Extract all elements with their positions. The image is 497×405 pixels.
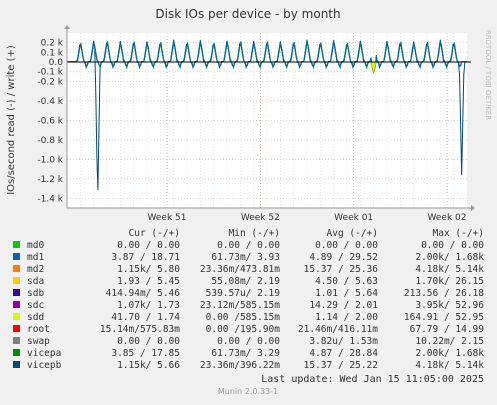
legend-min: 539.57u/ 2.19 [206,288,281,299]
legend-swatch [13,361,20,368]
legend-swatch [13,337,20,344]
y-axis-label: IOs/second read (-) / write (+) [6,45,17,195]
x-tick-label: Week 51 [148,213,187,223]
legend-max: 2.00k/ 1.68k [415,348,484,359]
legend-swatch [13,241,20,248]
legend-avg: 3.82u/ 1.53m [309,336,378,347]
chart-title: Disk IOs per device - by month [155,7,340,21]
legend-header: Min (-/+) [229,228,280,239]
legend-min: 61.73m/ 3.93 [211,252,280,263]
legend-min: 0.00 /195.90m [206,324,281,335]
legend-cur: 1.15k/ 5.66 [117,360,180,371]
legend-swatch [13,301,20,308]
legend-name: sdd [27,312,44,323]
chart-svg: Disk IOs per device - by month IOs/secon… [6,7,492,396]
legend-max: 0.00 / 0.00 [421,240,484,251]
legend-name: sda [27,276,44,287]
legend-min: 55.08m/ 2.19 [211,276,280,287]
munin-graph: Disk IOs per device - by month IOs/secon… [0,0,497,400]
legend-min: 23.12m/585.15m [200,300,280,311]
legend-min: 0.00 /585.15m [206,312,281,323]
y-tick-label: -1.2 k [37,175,63,185]
y-tick-label: -1.0 k [37,155,63,165]
legend-max: 164.91 / 52.95 [404,312,484,323]
legend-cur: 0.00 / 0.00 [117,336,180,347]
legend-name: root [27,324,50,335]
last-update: Last update: Wed Jan 15 11:05:00 2025 [261,374,484,385]
legend-min: 61.73m/ 3.29 [211,348,280,359]
rrdtool-credit: RRDTOOL / TOBI OETIKER [484,30,492,120]
legend-avg: 14.29 / 2.01 [309,300,378,311]
y-tick-label: -1.4 k [37,194,63,204]
legend-header: Avg (-/+) [327,228,378,239]
x-tick-label: Week 52 [241,213,280,223]
legend-avg: 15.37 / 25.36 [304,264,379,275]
legend-name: sdb [27,288,44,299]
legend-avg: 4.87 / 28.84 [309,348,378,359]
y-tick-label: -0.1 k [37,68,63,78]
legend-cur: 3.87 / 18.71 [111,252,180,263]
y-tick-label: 0.0 [49,58,64,68]
legend-swatch [13,325,20,332]
x-tick-label: Week 02 [428,213,467,223]
legend-name: md1 [27,252,44,263]
legend-header: Max (-/+) [433,228,484,239]
legend-cur: 1.15k/ 5.80 [117,264,180,275]
legend-max: 2.00k/ 1.68k [415,252,484,263]
legend-name: vicepb [27,360,62,371]
legend: Cur (-/+) Min (-/+) Avg (-/+) Max (-/+) md0 0… [13,228,484,371]
legend-max: 10.22m/ 2.15 [415,336,484,347]
legend-avg: 1.14 / 2.00 [315,312,378,323]
legend-swatch [13,349,20,356]
legend-cur: 1.93 / 5.45 [117,276,180,287]
munin-version: Munin 2.0.33-1 [218,387,278,396]
legend-avg: 4.89 / 29.52 [309,252,378,263]
legend-max: 3.95k/ 52.96 [415,300,484,311]
legend-swatch [13,289,20,296]
legend-avg: 4.50 / 5.63 [315,276,378,287]
legend-min: 23.36m/473.81m [200,264,280,275]
legend-min: 23.36m/396.22m [200,360,280,371]
legend-avg: 15.37 / 25.22 [304,360,378,371]
legend-name: vicepa [27,348,61,359]
y-tick-label: -0.8 k [37,136,63,146]
legend-max: 4.18k/ 5.14k [415,264,484,275]
legend-cur: 41.70 / 1.74 [111,312,180,323]
legend-cur: 414.94m/ 5.46 [106,288,181,299]
legend-swatch [13,253,20,260]
x-axis-arrow [471,205,475,211]
legend-cur: 3.85 / 17.85 [111,348,180,359]
legend-name: swap [27,336,50,347]
legend-max: 1.70k/ 26.15 [415,276,484,287]
legend-avg: 1.01 / 5.64 [315,288,378,299]
legend-swatch [13,277,20,284]
legend-swatch [13,313,20,320]
y-axis-arrow [64,25,70,29]
legend-name: md0 [27,240,44,251]
legend-min: 0.00 / 0.00 [217,336,280,347]
y-tick-label: -0.6 k [37,116,63,126]
legend-name: md2 [27,264,44,275]
legend-min: 0.00 / 0.00 [217,240,280,251]
y-tick-label: 0.2 k [41,39,64,49]
y-tick-label: 0.1 k [41,48,64,58]
legend-max: 213.56 / 26.18 [404,288,484,299]
x-tick-label: Week 01 [334,213,373,223]
y-tick-label: -0.2 k [37,77,63,87]
legend-avg: 21.46m/416.11m [298,324,378,335]
legend-cur: 15.14m/575.83m [100,324,180,335]
legend-max: 4.18k/ 5.14k [415,360,484,371]
legend-avg: 0.00 / 0.00 [315,240,378,251]
legend-header: Cur (-/+) [129,228,180,239]
legend-swatch [13,265,20,272]
legend-cur: 1.07k/ 1.73 [117,300,180,311]
y-tick-label: -0.4 k [37,97,63,107]
legend-cur: 0.00 / 0.00 [117,240,180,251]
legend-max: 67.79 / 14.99 [410,324,485,335]
legend-name: sdc [27,300,44,311]
